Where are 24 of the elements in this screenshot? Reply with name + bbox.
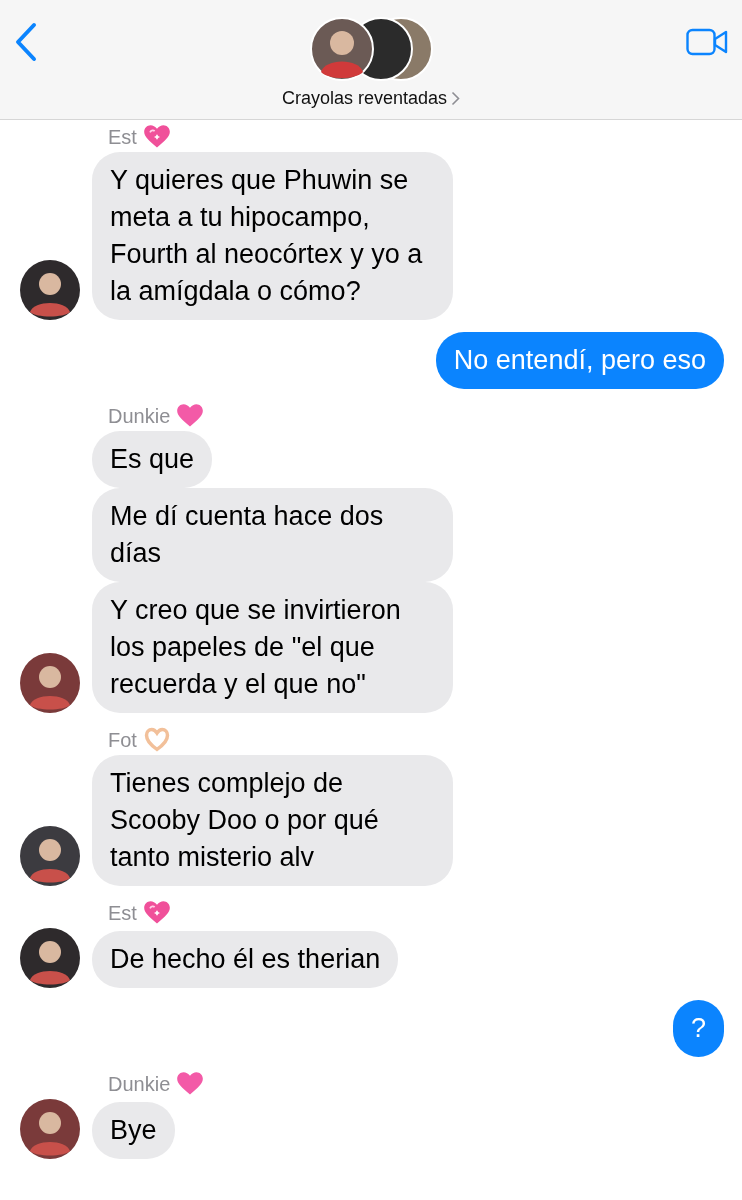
sender-name: Dunkie	[108, 404, 171, 428]
avatar	[20, 653, 80, 713]
sender-name: Fot	[108, 728, 137, 752]
message-bubble: Me dí cuenta hace dos días	[92, 488, 453, 582]
group-avatars-drawing[interactable]	[309, 16, 433, 82]
message-bubble: Y creo que se invirtieron los papeles de "el que recuerda y el que no"	[92, 582, 453, 713]
avatar	[20, 1099, 80, 1159]
avatar	[20, 826, 80, 886]
message-bubble: Y quieres que Phuwin se meta a tu hipocampo, Fourth al neocórtex y yo a la amígdala o cómo?	[92, 152, 453, 320]
message-bubble: Es que	[92, 431, 213, 488]
avatar	[20, 928, 80, 988]
avatar	[20, 260, 80, 320]
chat-title[interactable]: Crayolas reventadas	[281, 88, 448, 109]
message-bubble: Tienes complejo de Scooby Doo o por qué tanto misterio alv	[92, 755, 453, 886]
chevron-icon[interactable]	[451, 91, 461, 106]
message-bubble: ?	[672, 1000, 724, 1057]
video-call-icon[interactable]	[686, 27, 728, 56]
back-icon[interactable]	[14, 21, 38, 62]
sender-name: Est	[108, 125, 137, 149]
message-bubble: Bye	[92, 1102, 175, 1159]
message-bubble: No entendí, pero eso	[435, 332, 724, 389]
sender-name: Dunkie	[108, 1072, 171, 1096]
sender-name: Est	[108, 901, 137, 925]
message-bubble: De hecho él es therian	[92, 931, 399, 988]
